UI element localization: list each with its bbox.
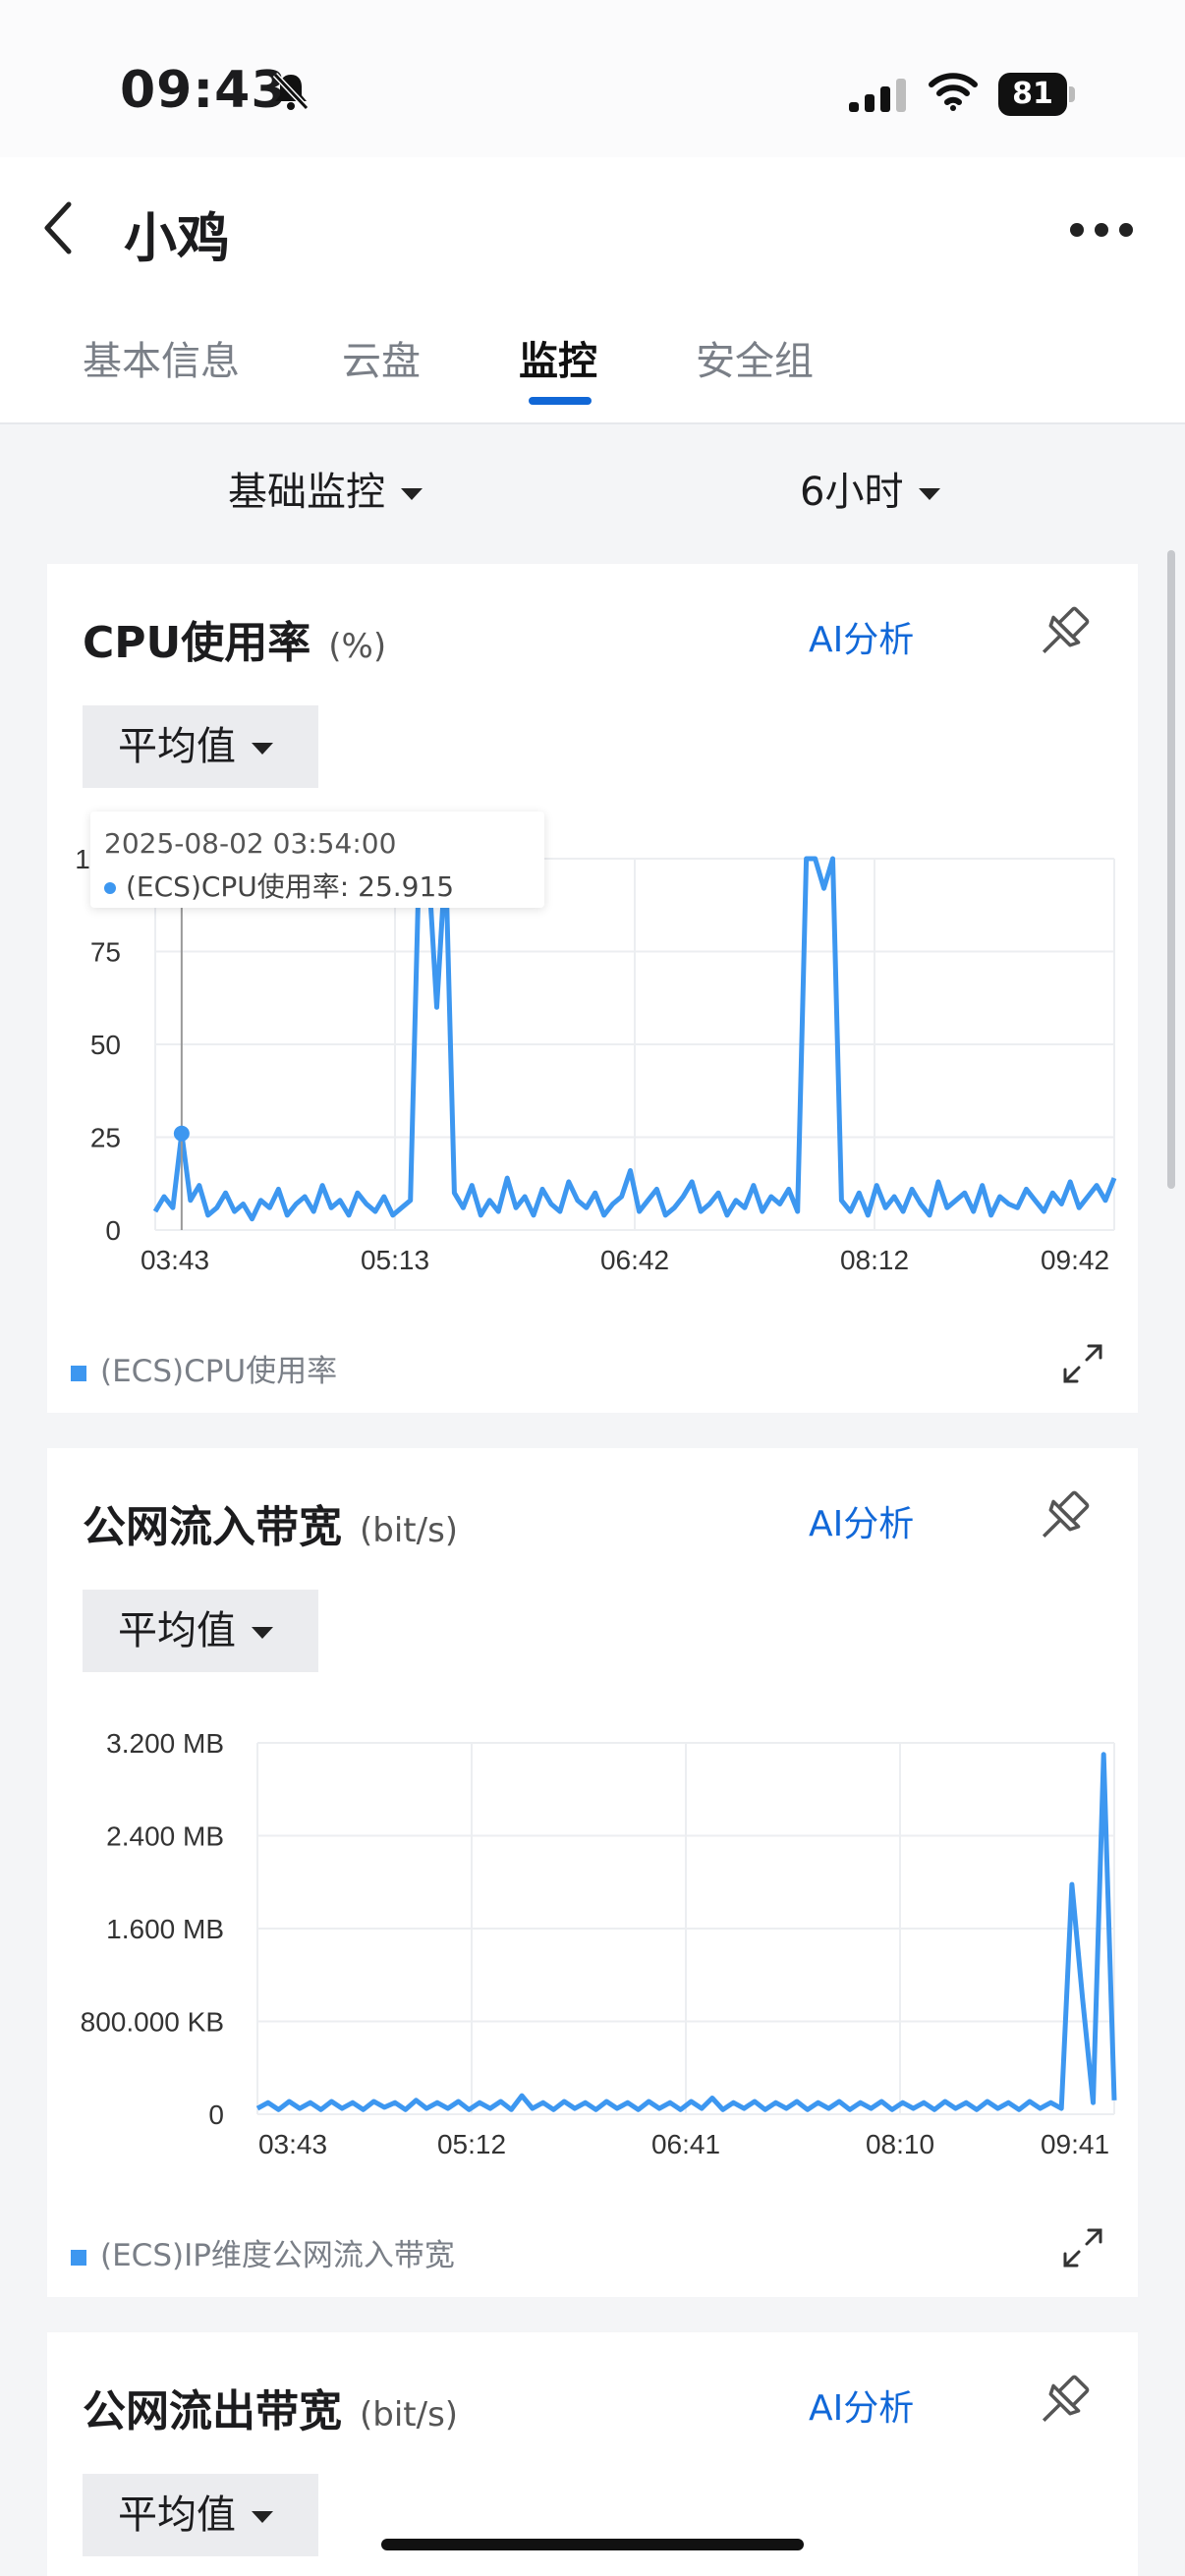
battery-level: 81 xyxy=(998,73,1067,116)
card-title: 公网流出带宽 (bit/s) xyxy=(83,2376,458,2438)
tab-basic-info[interactable]: 基本信息 xyxy=(83,329,240,386)
ai-analysis-link[interactable]: AI分析 xyxy=(809,2380,914,2431)
aggregate-label: 平均值 xyxy=(118,1608,236,1653)
tooltip-series-dot xyxy=(104,882,116,894)
expand-icon[interactable] xyxy=(1059,2224,1106,2271)
inbound-bandwidth-chart[interactable]: 3.200 MB 2.400 MB 1.600 MB 800.000 KB 0 03:43… xyxy=(47,1704,1138,2165)
y-tick-label: 50 xyxy=(90,1030,121,1060)
monitor-type-label: 基础监控 xyxy=(228,470,385,515)
x-tick-label: 06:41 xyxy=(651,2129,720,2159)
status-bar: 09:43 81 xyxy=(0,0,1185,157)
time-range-label: 6小时 xyxy=(800,470,904,515)
expand-icon[interactable] xyxy=(1059,1340,1106,1387)
chart-title: 公网流出带宽 xyxy=(83,2386,342,2436)
y-tick-label: 1.600 MB xyxy=(106,1914,224,1944)
x-tick-label: 03:43 xyxy=(258,2129,327,2159)
aggregate-dropdown[interactable]: 平均值 xyxy=(83,1590,318,1672)
pin-icon[interactable] xyxy=(1032,2370,1095,2433)
tab-cloud-disk[interactable]: 云盘 xyxy=(342,329,421,386)
time-range-dropdown[interactable]: 6小时 xyxy=(800,460,941,517)
y-tick-label: 0 xyxy=(208,2100,224,2130)
chart-tooltip: 2025-08-02 03:54:00 (ECS)CPU使用率: 25.915 xyxy=(90,812,544,908)
chart-unit: (bit/s) xyxy=(360,1511,459,1550)
x-tick-label: 09:41 xyxy=(1041,2129,1109,2159)
caret-down-icon xyxy=(252,1627,273,1639)
aggregate-dropdown[interactable]: 平均值 xyxy=(83,705,318,788)
x-tick-label: 08:10 xyxy=(866,2129,934,2159)
hover-point xyxy=(173,1125,190,1142)
y-tick-label: 0 xyxy=(105,1215,121,1246)
chart-unit: (%) xyxy=(328,627,387,666)
cpu-usage-card: CPU使用率(%) AI分析 平均值 100755025003:4305:130… xyxy=(47,564,1138,1413)
y-tick-label: 2.400 MB xyxy=(106,1821,224,1852)
x-tick-label: 03:43 xyxy=(141,1245,209,1275)
tab-security-group[interactable]: 安全组 xyxy=(696,329,814,386)
y-tick-label: 25 xyxy=(90,1123,121,1153)
caret-down-icon xyxy=(919,488,941,500)
caret-down-icon xyxy=(401,488,423,500)
tooltip-time: 2025-08-02 03:54:00 xyxy=(104,827,397,860)
chart-legend[interactable]: (ECS)CPU使用率 xyxy=(71,1346,337,1390)
status-time: 09:43 xyxy=(120,61,288,120)
card-title: 公网流入带宽 (bit/s) xyxy=(83,1491,458,1554)
battery-icon: 81 xyxy=(998,73,1077,116)
legend-label: (ECS)CPU使用率 xyxy=(100,1354,338,1389)
caret-down-icon xyxy=(252,743,273,755)
x-tick-label: 05:13 xyxy=(361,1245,429,1275)
aggregate-label: 平均值 xyxy=(118,2492,236,2538)
aggregate-dropdown[interactable]: 平均值 xyxy=(83,2474,318,2556)
chart-unit: (bit/s) xyxy=(360,2395,459,2435)
more-options-icon[interactable] xyxy=(1067,218,1136,242)
tooltip-value: (ECS)CPU使用率: 25.915 xyxy=(104,866,454,905)
chart-legend[interactable]: (ECS)IP维度公网流入带宽 xyxy=(71,2230,455,2274)
tooltip-value-label: (ECS)CPU使用率: 25.915 xyxy=(126,870,455,903)
y-tick-label: 3.200 MB xyxy=(106,1728,224,1759)
monitor-type-dropdown[interactable]: 基础监控 xyxy=(228,460,423,517)
chart-title: 公网流入带宽 xyxy=(83,1502,342,1552)
active-tab-indicator xyxy=(529,397,592,405)
pin-icon[interactable] xyxy=(1032,1485,1095,1548)
tab-monitoring[interactable]: 监控 xyxy=(519,329,597,386)
scrollbar[interactable] xyxy=(1167,550,1175,1189)
inbound-bandwidth-card: 公网流入带宽 (bit/s) AI分析 平均值 3.200 MB 2.400 MB 1… xyxy=(47,1448,1138,2297)
back-arrow-icon[interactable] xyxy=(39,196,79,259)
legend-swatch xyxy=(71,2249,86,2266)
card-title: CPU使用率 (%) xyxy=(83,607,386,670)
legend-label: (ECS)IP维度公网流入带宽 xyxy=(100,2238,455,2273)
page-title: 小鸡 xyxy=(124,207,230,269)
x-tick-label: 06:42 xyxy=(600,1245,669,1275)
x-tick-label: 05:12 xyxy=(437,2129,506,2159)
x-tick-label: 09:42 xyxy=(1041,1245,1109,1275)
y-tick-label: 800.000 KB xyxy=(81,2007,224,2038)
pin-icon[interactable] xyxy=(1032,601,1095,664)
chart-title: CPU使用率 xyxy=(83,618,311,668)
cellular-signal-icon xyxy=(849,79,906,112)
caret-down-icon xyxy=(252,2511,273,2523)
x-tick-label: 08:12 xyxy=(840,1245,909,1275)
aggregate-label: 平均值 xyxy=(118,724,236,769)
legend-swatch xyxy=(71,1365,86,1381)
bell-muted-icon xyxy=(272,72,310,111)
ai-analysis-link[interactable]: AI分析 xyxy=(809,611,914,662)
home-indicator[interactable] xyxy=(381,2539,804,2550)
y-tick-label: 75 xyxy=(90,937,121,968)
battery-cap xyxy=(1069,86,1075,102)
ai-analysis-link[interactable]: AI分析 xyxy=(809,1495,914,1546)
wifi-icon xyxy=(929,73,978,111)
